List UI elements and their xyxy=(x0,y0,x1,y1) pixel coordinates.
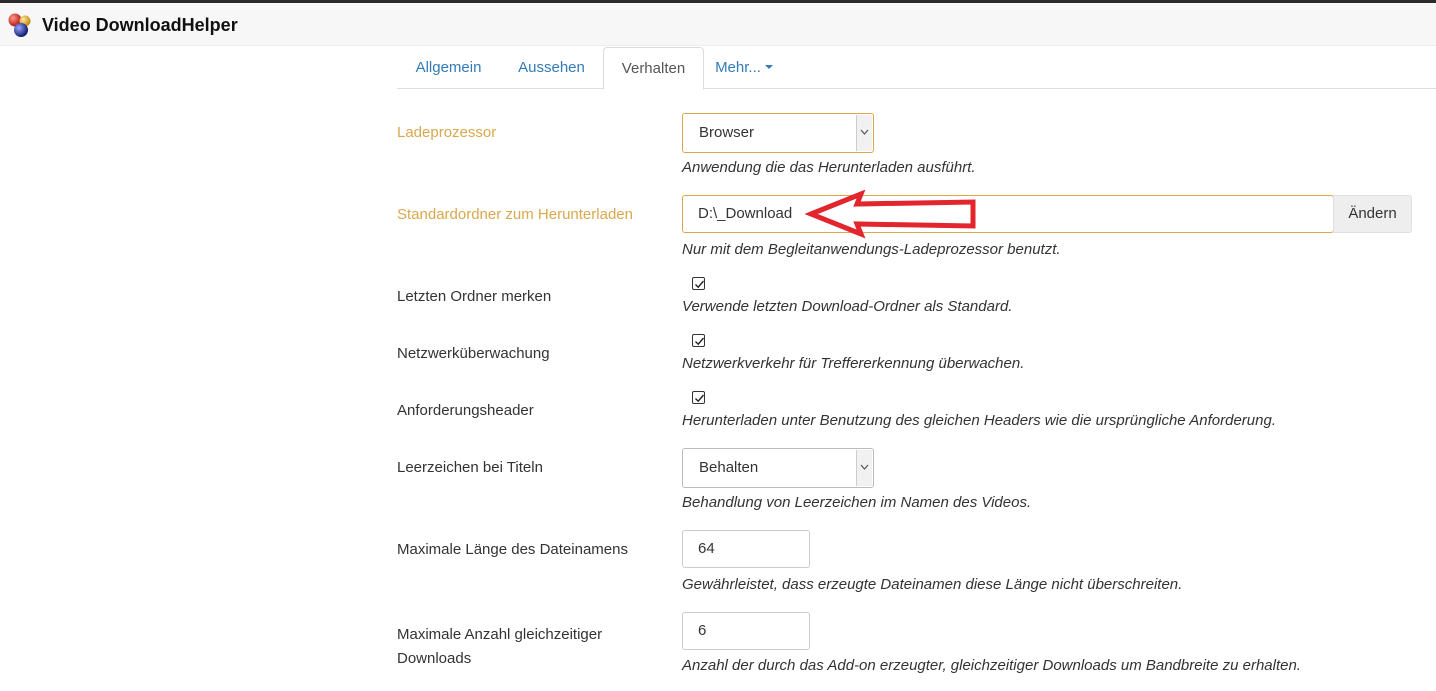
select-leerzeichen[interactable]: Behalten xyxy=(682,448,874,488)
label-max-laenge: Maximale Länge des Dateinamens xyxy=(397,541,628,558)
chevron-down-icon xyxy=(856,450,872,486)
help-leerzeichen: Behandlung von Leerzeichen im Namen des … xyxy=(682,494,1032,511)
three-spheres-logo-icon xyxy=(8,13,31,37)
help-anforderungsheader: Herunterladen unter Benutzung des gleich… xyxy=(682,412,1276,429)
label-letzten-ordner: Letzten Ordner merken xyxy=(397,288,552,305)
settings-tabs: Allgemein Aussehen Verhalten Mehr... xyxy=(397,47,1436,90)
select-ladeprozessor[interactable]: Browser xyxy=(682,113,874,153)
label-netzwerk: Netzwerküberwachung xyxy=(397,345,550,362)
chevron-down-icon xyxy=(856,115,872,151)
caret-down-icon xyxy=(764,65,773,69)
folder-input[interactable]: D:\_Download xyxy=(682,195,1334,233)
app-title: Video DownloadHelper xyxy=(42,15,238,35)
max-downloads-input[interactable]: 6 xyxy=(682,612,810,650)
label-ladeprozessor: Ladeprozessor xyxy=(397,124,497,141)
select-leerzeichen-value: Behalten xyxy=(699,459,759,476)
help-max-downloads: Anzahl der durch das Add-on erzeugter, g… xyxy=(682,657,1301,674)
help-netzwerk: Netzwerkverkehr für Treffererkennung übe… xyxy=(682,355,1025,372)
tab-mehr-dropdown[interactable]: Mehr... xyxy=(704,47,784,89)
help-standardordner: Nur mit dem Begleitanwendungs-Ladeprozes… xyxy=(682,241,1061,258)
tab-verhalten[interactable]: Verhalten xyxy=(603,47,704,90)
label-max-downloads: Maximale Anzahl gleichzeitiger Downloads xyxy=(397,626,603,667)
red-arrow-annotation-icon xyxy=(805,190,976,239)
app-header: Video DownloadHelper xyxy=(0,3,1436,46)
checkbox-letzten-ordner[interactable] xyxy=(692,277,705,290)
help-ladeprozessor: Anwendung die das Herunterladen ausführt… xyxy=(682,159,976,176)
tab-allgemein[interactable]: Allgemein xyxy=(397,47,500,89)
select-ladeprozessor-value: Browser xyxy=(699,124,755,141)
tab-aussehen[interactable]: Aussehen xyxy=(500,47,603,89)
label-anforderungsheader: Anforderungsheader xyxy=(397,402,534,419)
help-max-laenge: Gewährleistet, dass erzeugte Dateinamen … xyxy=(682,576,1183,593)
label-leerzeichen: Leerzeichen bei Titeln xyxy=(397,459,543,476)
max-length-input[interactable]: 64 xyxy=(682,530,810,568)
change-folder-button[interactable]: Ändern xyxy=(1333,195,1412,233)
checkbox-netzwerk[interactable] xyxy=(692,334,705,347)
label-standardordner: Standardordner zum Herunterladen xyxy=(397,206,633,223)
help-letzten-ordner: Verwende letzten Download-Ordner als Sta… xyxy=(682,298,1013,315)
checkbox-anforderungsheader[interactable] xyxy=(692,391,705,404)
